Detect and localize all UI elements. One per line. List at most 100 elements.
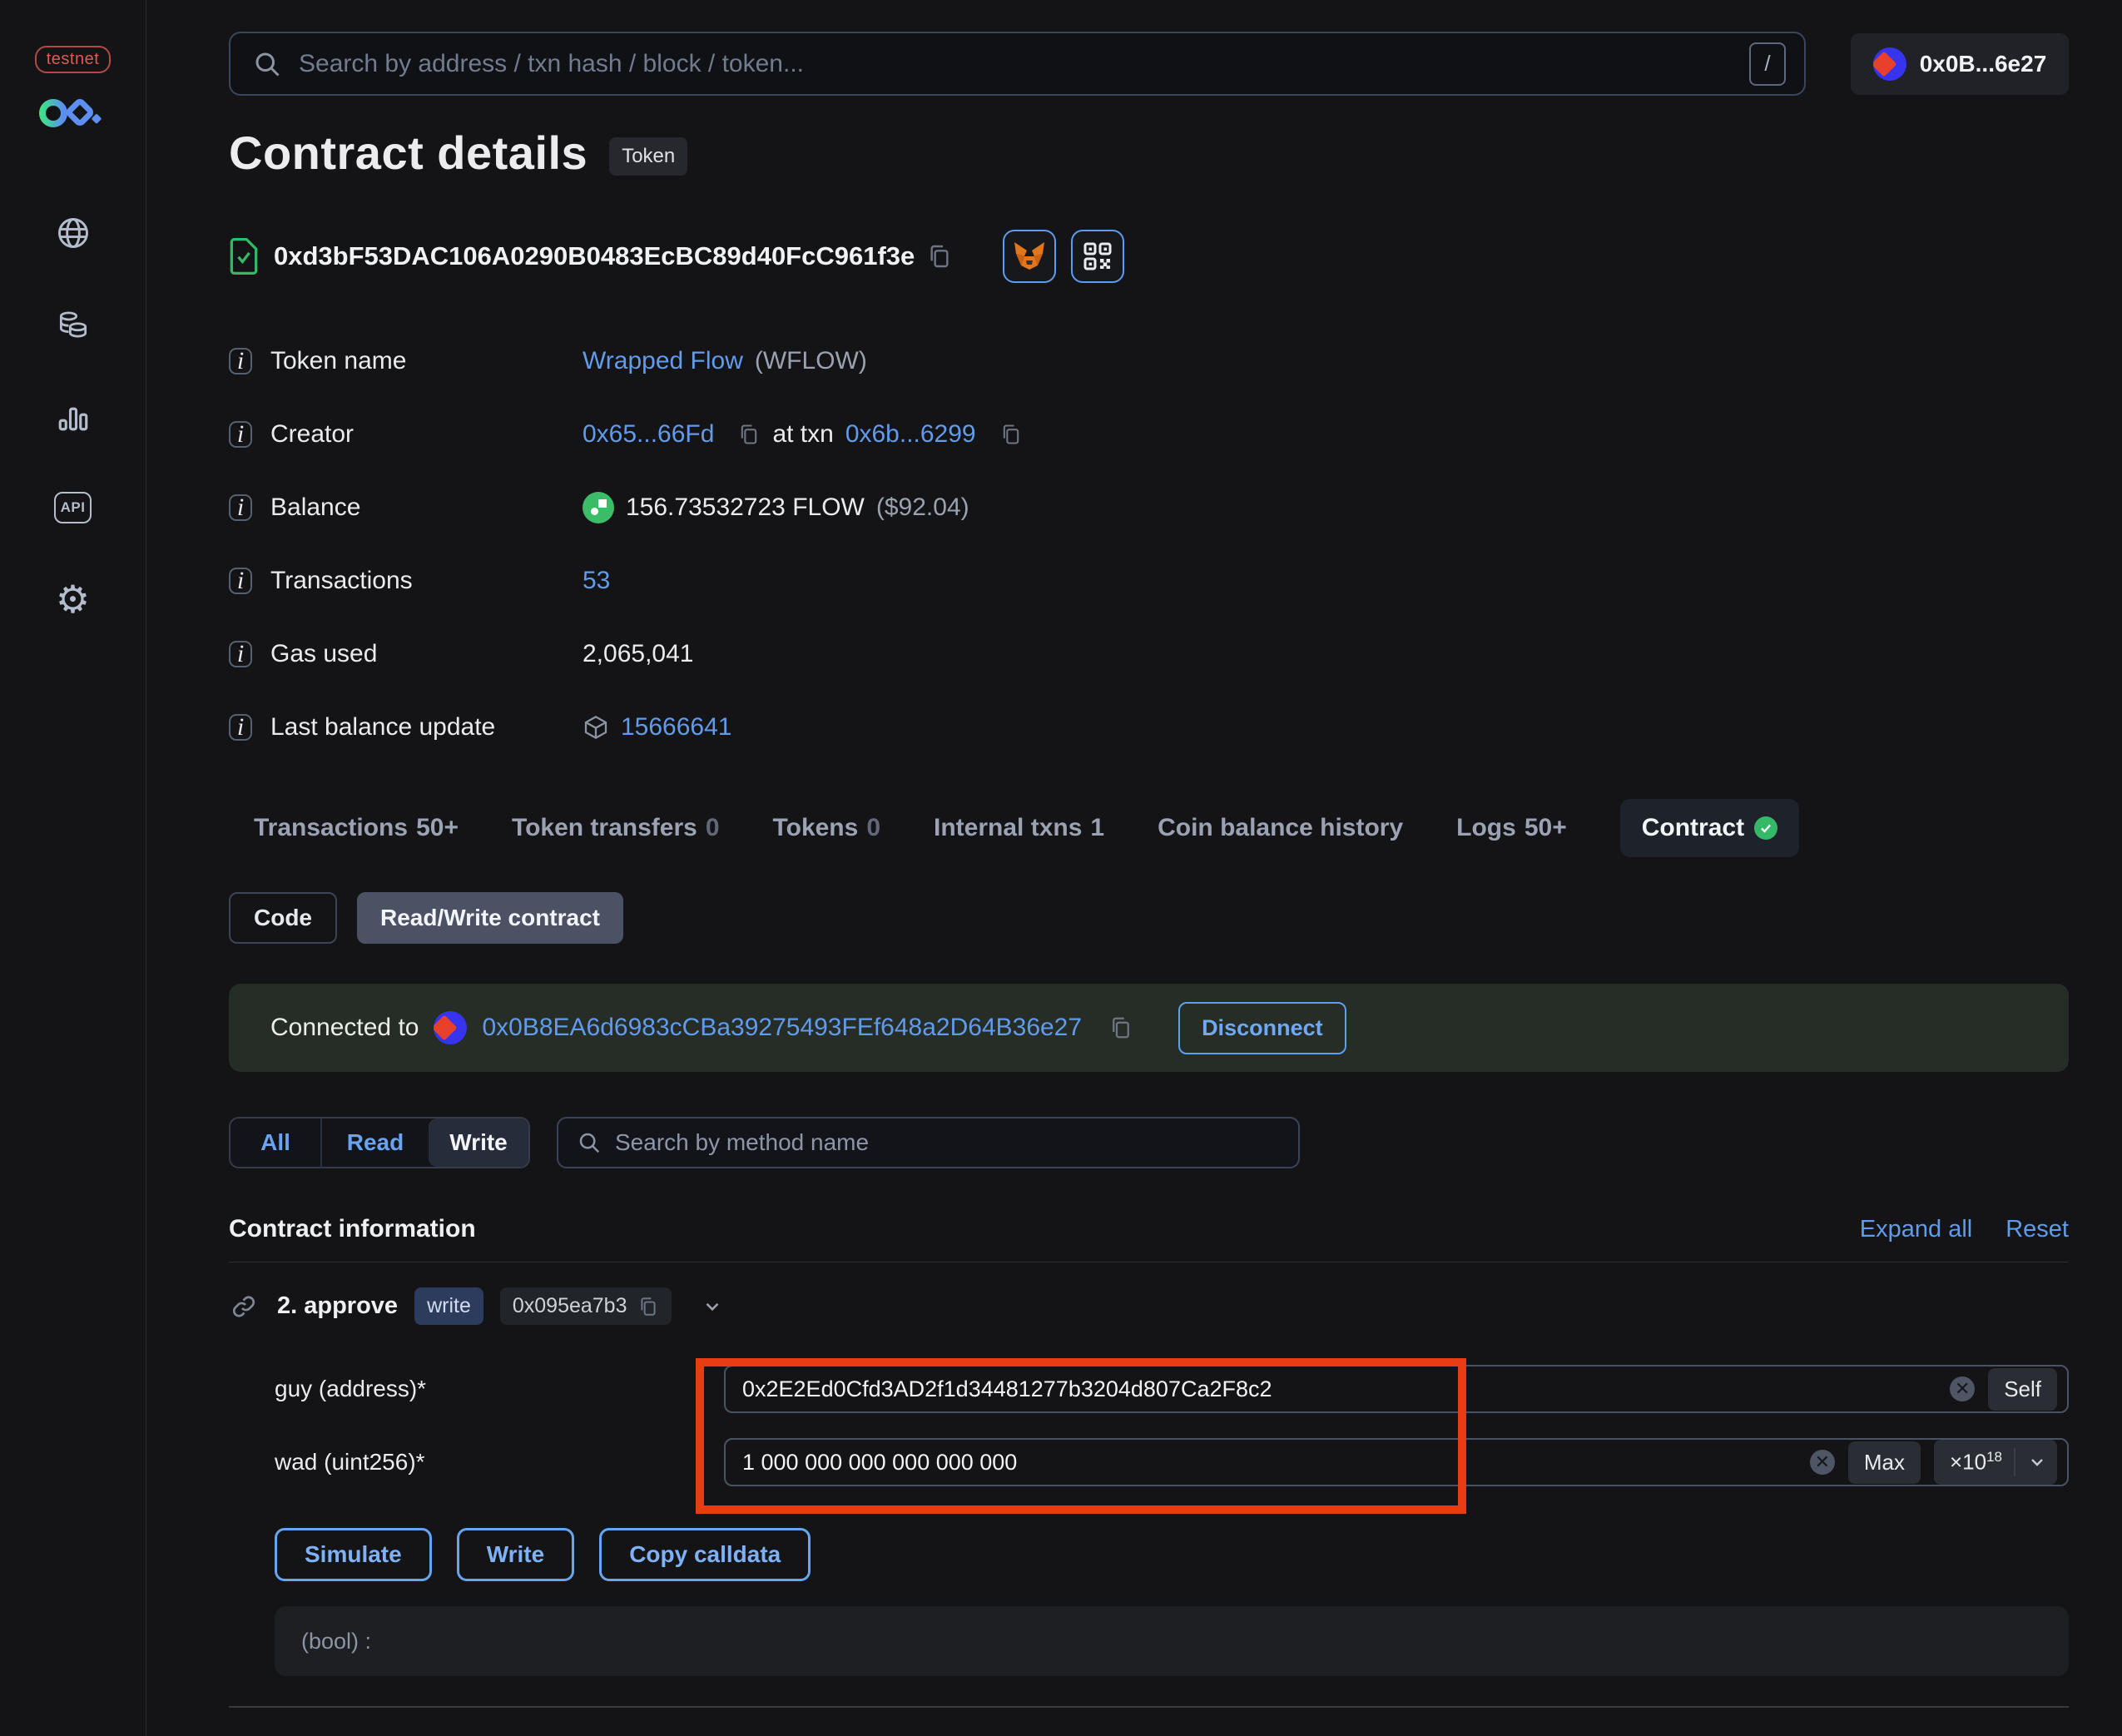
flow-token-icon [583,492,614,523]
method-approve-row[interactable]: 2. approve write 0x095ea7b3 [229,1287,2069,1325]
copy-creator-icon[interactable] [737,423,761,446]
tab-internal-txns[interactable]: Internal txns 1 [934,814,1104,842]
token-name-link[interactable]: Wrapped Flow [583,347,743,375]
app-logo[interactable] [35,93,112,131]
verified-contract-icon [229,238,259,275]
token-symbol: (WFLOW) [754,347,867,374]
info-icon[interactable]: i [229,640,252,667]
info-row-last-balance-update: i Last balance update 15666641 [229,691,2069,764]
info-row-balance: i Balance 156.73532723 FLOW ($92.04) [229,471,2069,544]
info-row-gas-used: i Gas used 2,065,041 [229,618,2069,691]
method-actions: Simulate Write Copy calldata [229,1528,2069,1581]
method-search[interactable] [557,1117,1300,1168]
search-icon [577,1130,602,1155]
write-button[interactable]: Write [456,1528,575,1581]
tab-logs[interactable]: Logs 50+ [1456,814,1567,842]
creation-txn-link[interactable]: 0x6b...6299 [845,420,976,449]
title-row: Contract details Token [229,126,2069,180]
tab-contract[interactable]: Contract [1619,799,1800,857]
filter-read[interactable]: Read [320,1118,429,1167]
method-selector-chip: 0x095ea7b3 [499,1287,672,1325]
at-txn-text: at txn [772,420,834,448]
method-output-box: (bool) : [275,1606,2069,1676]
subtab-code[interactable]: Code [229,892,337,944]
clear-guy-icon[interactable]: ✕ [1950,1376,1976,1401]
section-heading: Contract information [229,1215,476,1242]
tab-bar: Transactions 50+ Token transfers 0 Tokens 0… [229,799,2069,857]
info-row-token-name: i Token name Wrapped Flow (WFLOW) [229,325,2069,398]
info-row-transactions: i Transactions 53 [229,544,2069,618]
copy-connected-address-icon[interactable] [1108,1015,1133,1040]
account-address: 0x0B...6e27 [1919,50,2047,77]
method-name: 2. approve [277,1292,399,1319]
wad-field-label: wad (uint256)* [275,1449,425,1475]
page-title: Contract details [229,126,588,179]
field-row-wad: wad (uint256)* ✕ Max ×1018 [229,1438,2069,1486]
expand-all-link[interactable]: Expand all [1860,1216,1972,1243]
main-content: / 0x0B...6e27 Contract details Token 0xd… [146,0,2122,1736]
reset-link[interactable]: Reset [2005,1216,2069,1243]
tab-tokens[interactable]: Tokens 0 [773,814,881,842]
account-avatar [1872,47,1906,81]
info-icon[interactable]: i [229,494,252,521]
stats-icon[interactable] [55,398,92,434]
field-row-guy: guy (address)* ✕ Self [229,1365,2069,1413]
global-search[interactable]: / [229,32,1806,96]
balance-amount: 156.73532723 FLOW [626,494,865,521]
copy-txn-icon[interactable] [999,423,1023,446]
tokens-icon[interactable] [55,306,92,343]
filter-all[interactable]: All [231,1118,320,1167]
top-bar: / 0x0B...6e27 [229,32,2069,96]
connected-wallet-address[interactable]: 0x0B8EA6d6983cCBa39275493FEf648a2D64B36e… [482,1014,1082,1042]
simulate-button[interactable]: Simulate [275,1528,432,1581]
divider [2014,1448,2015,1476]
guy-address-input[interactable] [742,1376,1937,1402]
link-anchor-icon[interactable] [231,1293,257,1320]
account-button[interactable]: 0x0B...6e27 [1851,32,2069,95]
filter-write[interactable]: Write [429,1118,528,1167]
wallet-connected-banner: Connected to 0x0B8EA6d6983cCBa39275493FE… [229,984,2069,1072]
copy-calldata-button[interactable]: Copy calldata [599,1528,811,1581]
last-balance-block-link[interactable]: 15666641 [621,713,731,742]
copy-address-icon[interactable] [926,243,953,270]
info-icon[interactable]: i [229,420,252,448]
network-badge: testnet [34,46,112,73]
clear-wad-icon[interactable]: ✕ [1809,1450,1835,1475]
tab-coin-balance-history[interactable]: Coin balance history [1158,814,1403,842]
subtab-read-write-contract[interactable]: Read/Write contract [357,892,623,944]
tab-token-transfers[interactable]: Token transfers 0 [512,814,720,842]
copy-selector-icon[interactable] [637,1296,659,1317]
guy-field-label: guy (address)* [275,1376,427,1401]
info-row-creator: i Creator 0x65...66Fd at txn 0x6b...6299 [229,398,2069,471]
qr-code-button[interactable] [1071,230,1125,283]
disconnect-button[interactable]: Disconnect [1178,1001,1346,1054]
chevron-down-icon [2027,1452,2047,1472]
metamask-button[interactable] [1003,230,1057,283]
info-icon[interactable]: i [229,347,252,374]
multiplier-select[interactable]: ×1018 [1933,1440,2057,1485]
method-search-input[interactable] [615,1129,1280,1156]
gas-used-value: 2,065,041 [583,640,694,667]
api-icon[interactable]: API [53,489,92,526]
balance-usd: ($92.04) [875,494,969,521]
info-icon[interactable]: i [229,567,252,594]
search-input[interactable] [299,49,1749,78]
transactions-count-link[interactable]: 53 [583,567,610,595]
globe-icon[interactable] [55,215,92,251]
tab-transactions[interactable]: Transactions 50+ [254,814,459,842]
collapse-chevron-icon[interactable] [702,1296,723,1317]
settings-gear-icon[interactable]: ⚙ [55,580,92,618]
contract-information-header: Contract information Expand all Reset [229,1215,2069,1243]
divider [229,1706,2069,1708]
sidebar-nav: API ⚙ [53,215,92,618]
wad-amount-input[interactable] [742,1449,1797,1476]
search-icon [252,49,282,79]
info-icon[interactable]: i [229,713,252,741]
contract-subtabs: Code Read/Write contract [229,892,2069,944]
creator-address-link[interactable]: 0x65...66Fd [583,420,714,449]
search-shortcut-hint: / [1749,42,1786,86]
max-button[interactable]: Max [1847,1441,1921,1484]
self-button[interactable]: Self [1988,1367,2057,1411]
contract-address-row: 0xd3bF53DAC106A0290B0483EcBC89d40FcC961f… [229,230,2069,283]
connected-wallet-avatar [434,1011,468,1044]
